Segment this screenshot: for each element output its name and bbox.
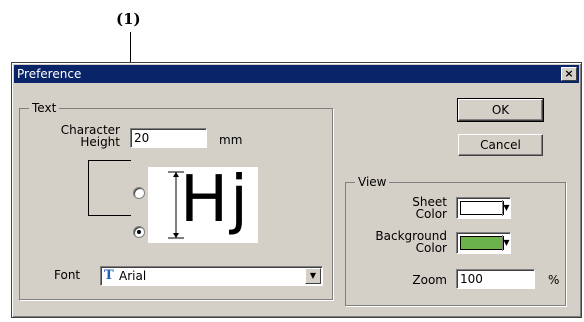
- close-button[interactable]: ×: [561, 67, 577, 81]
- radio-bottom-char-height[interactable]: [133, 226, 145, 238]
- sheet-color-label-line2: Color: [415, 207, 447, 221]
- preview-text: Hj: [180, 163, 250, 237]
- preview-arrow-up: [173, 172, 179, 177]
- window-title: Preference: [17, 67, 82, 81]
- chevron-down-icon: ▼: [309, 271, 317, 280]
- callout-bracket-vertical: [88, 160, 89, 215]
- radio-top-char-height[interactable]: [133, 187, 145, 199]
- truetype-font-icon: T: [104, 268, 114, 283]
- title-bar: Preference ×: [14, 65, 579, 83]
- close-icon: ×: [564, 67, 574, 80]
- background-color-label-line2: Color: [415, 241, 447, 255]
- preference-dialog: Preference × Text Character Height 20 mm…: [11, 62, 582, 318]
- chevron-down-icon: ▼: [502, 200, 510, 216]
- zoom-label: Zoom: [412, 273, 447, 287]
- font-label: Font: [54, 268, 81, 282]
- view-group: View Sheet Color ▼ Background Color ▼ Zo…: [345, 175, 566, 306]
- background-color-swatch: [460, 236, 504, 250]
- font-dropdown-button[interactable]: ▼: [305, 268, 321, 284]
- callout-bracket-bottom: [88, 215, 131, 216]
- chevron-down-icon: ▼: [502, 235, 510, 251]
- char-height-label-line2: Height: [80, 135, 120, 149]
- sheet-color-swatch: [460, 201, 504, 215]
- text-group: Text Character Height 20 mm Hj Font T Ar…: [19, 101, 333, 300]
- char-height-preview: Hj: [148, 163, 258, 243]
- preview-arrow-down: [173, 233, 179, 238]
- font-select-value: Arial: [119, 269, 147, 283]
- background-color-picker[interactable]: ▼: [456, 232, 511, 254]
- char-height-unit: mm: [219, 133, 243, 147]
- sheet-color-picker[interactable]: ▼: [456, 197, 511, 219]
- font-select[interactable]: T Arial ▼: [100, 266, 323, 286]
- callout-label: (1): [116, 10, 141, 28]
- cancel-button[interactable]: Cancel: [458, 134, 543, 156]
- zoom-unit: %: [548, 273, 560, 287]
- callout-bracket-top: [88, 160, 131, 161]
- ok-button[interactable]: OK: [457, 98, 544, 122]
- zoom-input[interactable]: 100: [456, 269, 535, 289]
- text-group-legend: Text: [29, 101, 60, 115]
- view-group-legend: View: [355, 175, 390, 189]
- char-height-input[interactable]: 20: [130, 128, 207, 148]
